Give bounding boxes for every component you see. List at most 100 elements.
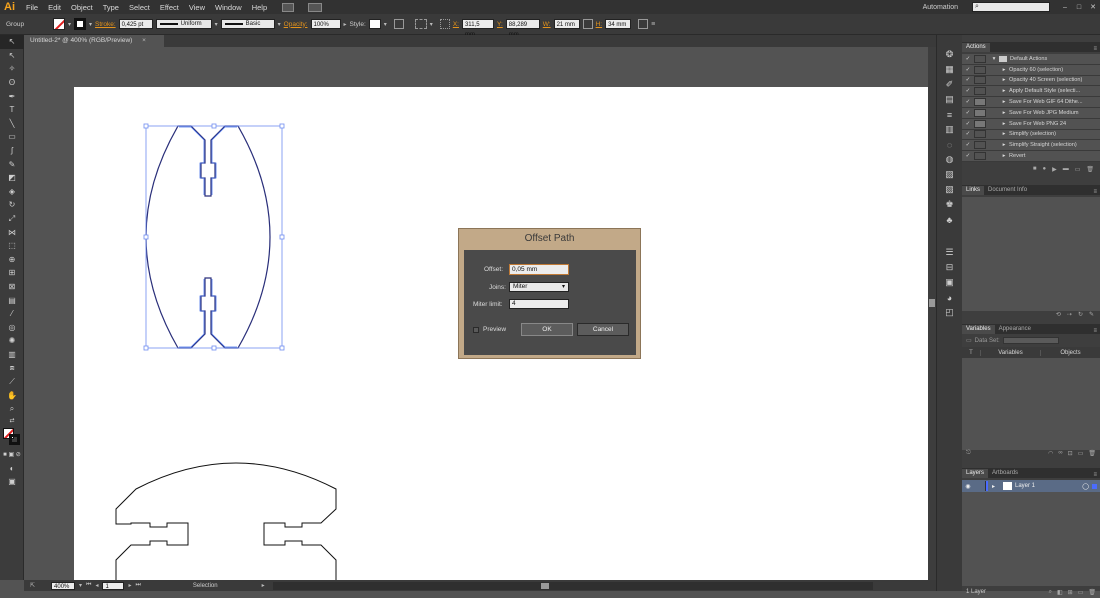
transform-icon[interactable] <box>439 19 450 29</box>
slice-tool-icon[interactable]: ⟋ <box>0 375 24 389</box>
eraser-tool-icon[interactable]: ◈ <box>0 185 24 199</box>
free-transform-tool-icon[interactable]: ⬚ <box>0 239 24 253</box>
last-artboard-icon[interactable]: ⏭ <box>135 582 140 589</box>
delete-action-icon[interactable]: 🗑 <box>1086 166 1094 177</box>
zoom-dropdown-icon[interactable]: ▾ <box>79 582 82 589</box>
artboard-nav-icon[interactable]: ⇱ <box>30 582 35 589</box>
next-artboard-icon[interactable]: ▸ <box>128 582 131 589</box>
search-input[interactable]: ⌕ <box>972 2 1050 12</box>
artboards-panel-icon[interactable]: ◰ <box>937 305 962 320</box>
make-clipping-mask-icon[interactable]: ◧ <box>1057 589 1063 596</box>
rotate-tool-icon[interactable]: ↻ <box>0 198 24 212</box>
layers-dock-icon[interactable]: ▧ <box>937 182 962 197</box>
dialog-toggle-icon[interactable] <box>974 65 986 74</box>
tab-artboards[interactable]: Artboards <box>988 469 1022 478</box>
create-layer-icon[interactable]: ▭ <box>1078 589 1084 596</box>
lasso-tool-icon[interactable]: ʘ <box>0 76 24 90</box>
lock-toggle[interactable] <box>974 481 986 491</box>
action-check-icon[interactable]: ✓ <box>962 77 974 83</box>
cancel-button[interactable]: Cancel <box>577 323 629 336</box>
document-tab[interactable]: Untitled-2* @ 400% (RGB/Preview) × <box>24 35 164 47</box>
color-mode-icons[interactable]: ■ ▣ ⊘ <box>0 448 24 462</box>
opacity-field[interactable]: 100% <box>310 19 341 29</box>
dialog-toggle-icon[interactable] <box>974 87 986 96</box>
prev-artboard-icon[interactable]: ◂ <box>95 582 98 589</box>
layer-row[interactable]: ◉ ▸ Layer 1 ◯ <box>962 480 1100 492</box>
menu-type[interactable]: Type <box>98 3 124 12</box>
new-action-icon[interactable]: ▭ <box>1075 166 1081 177</box>
stroke-weight-field[interactable]: 0,425 pt <box>118 19 153 29</box>
action-check-icon[interactable]: ✓ <box>962 67 974 73</box>
action-row[interactable]: ✓ ▸ Save For Web PNG 24 <box>962 118 1100 130</box>
line-tool-icon[interactable]: ╲ <box>0 117 24 131</box>
style-dropdown-icon[interactable]: ▾ <box>384 21 387 28</box>
menu-select[interactable]: Select <box>124 3 155 12</box>
control-bar-menu-icon[interactable]: ≡ <box>651 21 655 28</box>
action-check-icon[interactable]: ✓ <box>962 153 974 159</box>
zoom-field[interactable]: 400% <box>51 581 76 590</box>
y-field[interactable]: 88,289 mm <box>505 19 540 38</box>
menu-effect[interactable]: Effect <box>155 3 184 12</box>
appearance-icon[interactable]: ◍ <box>937 152 962 167</box>
action-row[interactable]: ✓ ▸ Revert <box>962 151 1100 162</box>
graphic-styles-icon[interactable]: ▨ <box>937 167 962 182</box>
color-guide-icon[interactable]: ❂ <box>937 47 962 62</box>
transparency-icon[interactable]: ◌ <box>937 137 962 152</box>
tab-document-info[interactable]: Document Info <box>984 186 1031 195</box>
dialog-toggle-icon[interactable] <box>974 76 986 85</box>
shape-builder-tool-icon[interactable]: ⊕ <box>0 253 24 267</box>
brush-dropdown-icon[interactable]: ▾ <box>278 21 281 28</box>
document-setup-icon[interactable] <box>393 19 404 29</box>
variables-panel-menu-icon[interactable]: ≡ <box>1093 328 1100 334</box>
blend-tool-icon[interactable]: ◎ <box>0 320 24 334</box>
fill-swatch[interactable] <box>53 18 65 30</box>
zoom-tool-icon[interactable]: ⌕ <box>0 402 24 416</box>
width-tool-icon[interactable]: ⋈ <box>0 225 24 239</box>
direct-selection-tool-icon[interactable]: ↖ <box>0 49 24 63</box>
layer-name[interactable]: Layer 1 <box>1015 483 1035 489</box>
transform-panel-icon[interactable]: ▣ <box>937 275 962 290</box>
expand-arrow-icon[interactable]: ▾ <box>989 56 999 62</box>
gradient-icon[interactable]: ▥ <box>937 122 962 137</box>
bounding-box-handles[interactable] <box>143 123 285 351</box>
action-row[interactable]: ✓ ▸ Simplify (selection) <box>962 129 1100 141</box>
maximize-icon[interactable]: □ <box>1072 4 1086 11</box>
links-panel-menu-icon[interactable]: ≡ <box>1093 189 1100 195</box>
actions-panel-menu-icon[interactable]: ≡ <box>1093 46 1100 52</box>
selection-indicator[interactable] <box>1092 483 1097 489</box>
drawing-mode-icon[interactable]: ◐ <box>0 461 24 475</box>
expand-arrow-icon[interactable]: ▸ <box>999 121 1009 127</box>
swap-fill-stroke-icon[interactable]: ⇄ <box>0 416 24 426</box>
symbol-libraries-icon[interactable]: ♣ <box>937 212 962 227</box>
arrange-documents-icon[interactable] <box>308 2 323 12</box>
isolate-icon[interactable] <box>638 19 649 29</box>
opacity-dropdown-icon[interactable]: ▸ <box>344 21 347 28</box>
bind-icon[interactable]: ⎋ <box>966 450 971 461</box>
stroke-label[interactable]: Stroke: <box>95 21 116 28</box>
h-field[interactable]: 34 mm <box>605 19 632 29</box>
dock-collapse-bar[interactable] <box>937 35 962 47</box>
bridge-icon[interactable] <box>282 2 295 12</box>
stroke-icon[interactable]: ≡ <box>937 107 962 122</box>
status-menu-icon[interactable]: ▸ <box>262 582 265 589</box>
play-icon[interactable]: ▶ <box>1052 166 1057 177</box>
expand-arrow-icon[interactable]: ▸ <box>999 67 1009 73</box>
action-row-default-actions[interactable]: ✓ ▾ Default Actions <box>962 54 1100 65</box>
blob-brush-tool-icon[interactable]: ◩ <box>0 171 24 185</box>
menu-object[interactable]: Object <box>66 3 98 12</box>
action-row[interactable]: ✓ ▸ Apply Default Style (selecti... <box>962 86 1100 98</box>
column-graph-tool-icon[interactable]: ▥ <box>0 348 24 362</box>
action-row[interactable]: ✓ ▸ Save For Web GIF 64 Dithe... <box>962 97 1100 108</box>
miter-limit-field[interactable]: 4 <box>509 299 569 309</box>
stroke-swatch[interactable] <box>74 18 87 30</box>
stop-icon[interactable]: ■ <box>1033 166 1037 177</box>
workspace-switcher[interactable]: Automation <box>923 4 958 11</box>
joins-select[interactable]: Miter ▾ <box>509 282 569 292</box>
horizontal-shape-outline[interactable] <box>115 462 337 580</box>
screen-mode-icon[interactable]: ▣ <box>0 475 24 489</box>
dialog-toggle-icon[interactable] <box>974 130 986 139</box>
swatches-icon[interactable]: ▦ <box>937 62 962 77</box>
brush-definition[interactable]: Basic <box>220 19 275 29</box>
profile-dropdown-icon[interactable]: ▾ <box>215 21 218 28</box>
horizontal-scrollbar[interactable] <box>272 581 873 590</box>
